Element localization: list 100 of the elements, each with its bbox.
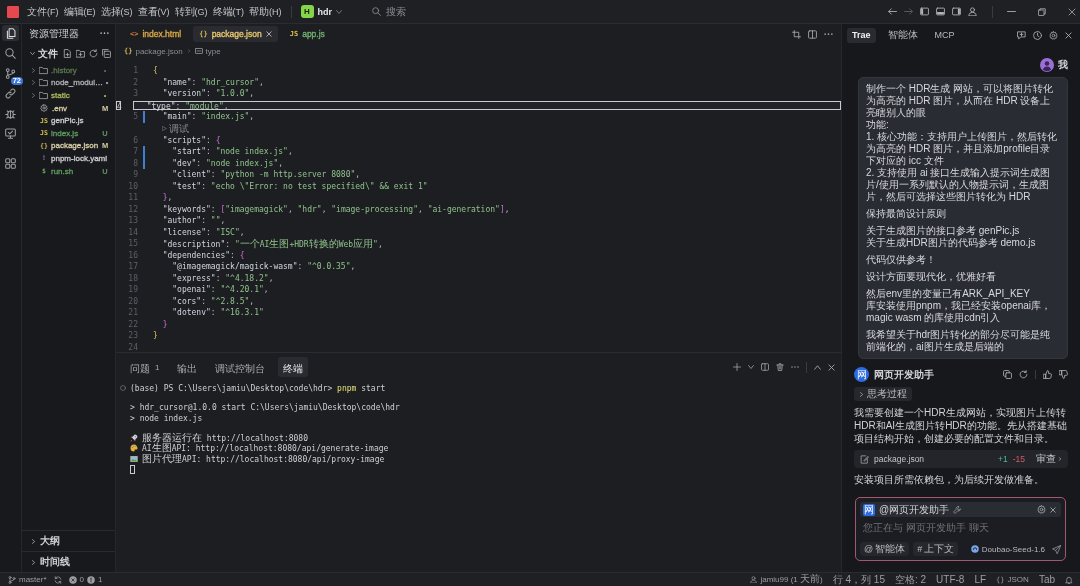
status-item[interactable]: UTF-8 <box>936 573 965 586</box>
panel-tab[interactable]: 终端 <box>278 357 309 377</box>
chat-tab[interactable]: 智能体 <box>882 27 923 43</box>
review-button[interactable]: 审查 <box>1036 452 1062 466</box>
menu-item[interactable]: 文件(F) <box>27 4 59 19</box>
file-name[interactable]: node_modul… <box>51 78 104 88</box>
status-item[interactable]: LF <box>974 573 987 586</box>
project-switcher[interactable]: H hdr <box>300 3 342 20</box>
menu-item[interactable]: 编辑(E) <box>63 4 96 19</box>
breadcrumb-item[interactable]: type <box>194 46 221 56</box>
menu-item[interactable]: 帮助(H) <box>249 4 282 19</box>
chat-tab[interactable]: MCP <box>929 27 960 43</box>
wrench-icon[interactable] <box>953 505 962 514</box>
panel-tab[interactable]: 输出 <box>172 357 203 377</box>
branch-status[interactable]: master* <box>8 573 47 586</box>
chevron-icon[interactable] <box>31 80 36 86</box>
split-editor-icon[interactable] <box>808 29 817 39</box>
file-name[interactable]: genPic.js <box>51 116 109 126</box>
terminal-cursor <box>130 464 135 474</box>
menu-item[interactable]: 查看(V) <box>137 4 170 19</box>
split-icon[interactable] <box>761 363 769 371</box>
restore-icon[interactable] <box>1038 7 1046 16</box>
panel-tab[interactable]: 调试控制台 <box>210 357 271 377</box>
chevron-icon[interactable] <box>31 559 36 565</box>
code-line: "dev": "node index.js", <box>171 158 284 168</box>
send-icon[interactable] <box>1052 544 1061 554</box>
close-icon[interactable] <box>1050 506 1056 513</box>
sync-icon[interactable] <box>53 575 62 584</box>
bottom-panel-icon[interactable] <box>936 7 945 16</box>
crop-icon[interactable] <box>792 29 801 39</box>
agent-mention: @网页开发助手 <box>879 502 950 517</box>
file-name[interactable]: package.json <box>51 141 101 151</box>
left-panel-icon[interactable] <box>920 7 929 16</box>
more-icon[interactable] <box>100 32 109 35</box>
copy-icon[interactable] <box>1003 370 1012 379</box>
file-name[interactable]: run.sh <box>51 166 101 176</box>
new-file-icon[interactable] <box>63 49 72 58</box>
activity-button[interactable] <box>2 155 19 171</box>
activity-button[interactable] <box>2 25 19 41</box>
composer-chip-button[interactable]: @ 智能体 <box>860 542 910 556</box>
menu-item[interactable]: 转到(G) <box>174 4 208 19</box>
model-selector[interactable]: Doubao-Seed-1.6 <box>967 542 1048 556</box>
back-arrow-icon[interactable] <box>888 7 897 16</box>
file-change-card[interactable]: package.json +1 -15 审查 <box>854 450 1068 468</box>
chevron-icon[interactable] <box>31 67 36 73</box>
thinking-toggle[interactable]: 思考过程 <box>854 387 912 401</box>
right-panel-icon[interactable] <box>952 7 961 16</box>
collapse-icon[interactable] <box>102 49 111 58</box>
close-icon[interactable] <box>1068 7 1076 16</box>
close-icon[interactable] <box>1065 31 1072 39</box>
line-number: 13 <box>127 216 138 226</box>
status-item[interactable]: Tab <box>1038 573 1055 586</box>
menu-item[interactable]: 终端(T) <box>212 4 244 19</box>
chevron-icon[interactable] <box>31 538 36 544</box>
search-field[interactable]: 搜索 <box>386 4 412 19</box>
caret-icon[interactable] <box>748 364 754 370</box>
settings-icon[interactable] <box>1049 30 1058 40</box>
section-title[interactable]: 大纲 <box>40 534 60 548</box>
trash-icon[interactable] <box>776 363 784 371</box>
chevron-icon[interactable] <box>30 51 35 56</box>
new-folder-icon[interactable] <box>76 49 85 58</box>
code-line: }, <box>161 193 173 203</box>
message-text: 安装项目所需依赖包，为后续开发做准备。 <box>854 473 1045 486</box>
codelens-link[interactable]: 调试 <box>162 121 189 136</box>
person-icon[interactable] <box>968 7 977 16</box>
settings-icon[interactable] <box>1037 505 1046 514</box>
more-icon[interactable] <box>824 32 833 36</box>
section-title[interactable]: 文件 <box>38 46 58 61</box>
plus-icon[interactable] <box>733 363 741 371</box>
refresh-icon[interactable] <box>89 49 98 58</box>
menu-item[interactable]: 选择(S) <box>100 4 133 19</box>
file-name[interactable]: .history <box>51 65 101 75</box>
bell-icon[interactable] <box>1065 575 1073 584</box>
code-line: "express": "^4.18.2", <box>171 273 274 283</box>
close-icon[interactable] <box>828 363 835 371</box>
file-name[interactable]: static <box>51 91 101 100</box>
blame-info[interactable]: jamiu99 (1 天前) <box>750 573 823 586</box>
message-input[interactable]: 您正在与 网页开发助手 聊天 <box>860 520 1030 535</box>
file-name[interactable]: index.js <box>51 128 101 138</box>
close-icon[interactable] <box>265 31 272 37</box>
activity-button[interactable] <box>2 125 19 141</box>
chat-plus-icon[interactable] <box>1017 30 1026 40</box>
file-name[interactable]: pnpm-lock.yaml <box>51 153 109 163</box>
section-title[interactable]: 时间线 <box>40 555 70 569</box>
status-item[interactable]: 空格: 2 <box>894 573 927 586</box>
status-item[interactable]: 行 4，列 15 <box>832 573 885 586</box>
refresh-icon[interactable] <box>1019 370 1028 379</box>
chevron-up-icon[interactable] <box>814 363 821 371</box>
activity-button[interactable] <box>2 45 19 61</box>
problems-status[interactable]: 0 1 <box>68 573 103 586</box>
chat-tab[interactable]: Trae <box>847 27 876 43</box>
panel-tab[interactable]: 问题 1 <box>125 357 165 377</box>
chevron-icon[interactable] <box>31 93 36 98</box>
thumbs-up-icon[interactable] <box>1043 370 1052 379</box>
file-name[interactable]: .env <box>52 103 101 113</box>
person-icon <box>750 576 758 583</box>
thumbs-down-icon[interactable] <box>1059 370 1068 379</box>
clock-icon[interactable] <box>1033 30 1042 40</box>
composer-chip-button[interactable]: # 上下文 <box>913 542 959 556</box>
file-name[interactable]: package.json <box>874 454 925 464</box>
